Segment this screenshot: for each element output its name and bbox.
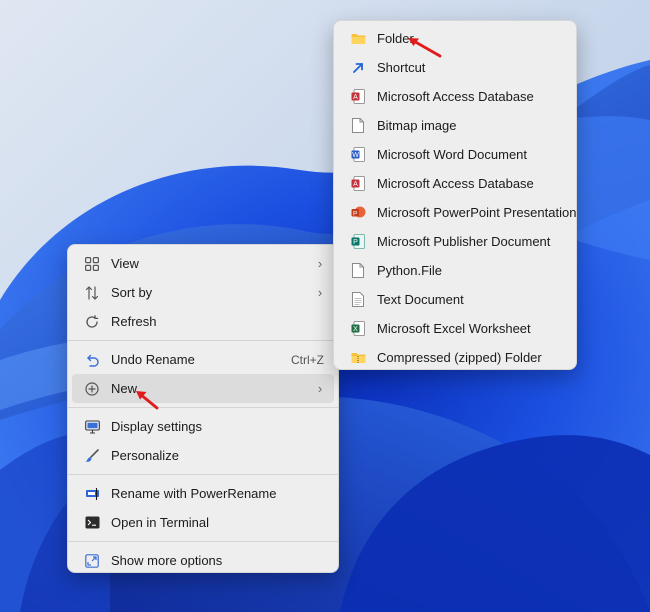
svg-text:W: W [352, 152, 359, 159]
refresh-label: Refresh [111, 314, 157, 329]
submenu-item-folder[interactable]: Folder [338, 24, 572, 53]
submenu-item-bitmap[interactable]: Bitmap image [338, 111, 572, 140]
expand-icon [84, 553, 100, 569]
menu-item-display-settings[interactable]: Display settings [72, 412, 334, 441]
submenu-label: Microsoft Access Database [377, 89, 534, 104]
desktop-context-menu: View › Sort by › Refresh Undo Rename Ctr… [67, 244, 339, 573]
new-submenu: Folder Shortcut A Microsoft Access Datab… [333, 20, 577, 370]
menu-separator [68, 407, 338, 408]
menu-item-view[interactable]: View › [72, 249, 334, 278]
menu-item-undo-rename[interactable]: Undo Rename Ctrl+Z [72, 345, 334, 374]
menu-item-open-terminal[interactable]: Open in Terminal [72, 508, 334, 537]
submenu-item-access-database[interactable]: A Microsoft Access Database [338, 169, 572, 198]
powerpoint-icon: P [350, 205, 366, 221]
svg-text:X: X [353, 326, 358, 333]
submenu-label: Shortcut [377, 60, 426, 75]
submenu-item-text-document[interactable]: Text Document [338, 285, 572, 314]
submenu-item-word-document[interactable]: W Microsoft Word Document [338, 140, 572, 169]
refresh-icon [84, 314, 100, 330]
submenu-label: Microsoft Access Database [377, 176, 534, 191]
submenu-label: Microsoft Publisher Document [377, 234, 551, 249]
text-document-icon [350, 292, 366, 308]
chevron-right-icon: › [317, 381, 323, 396]
terminal-icon [84, 515, 100, 531]
sort-icon [84, 285, 100, 301]
view-label: View [111, 256, 139, 271]
shortcut-icon [350, 60, 366, 76]
svg-text:A: A [353, 94, 358, 101]
menu-item-powerrename[interactable]: Rename with PowerRename [72, 479, 334, 508]
svg-text:P: P [353, 210, 357, 217]
menu-item-personalize[interactable]: Personalize [72, 441, 334, 470]
submenu-label: Microsoft Word Document [377, 147, 528, 162]
menu-item-new[interactable]: New › [72, 374, 334, 403]
submenu-label: Bitmap image [377, 118, 457, 133]
menu-item-sort-by[interactable]: Sort by › [72, 278, 334, 307]
chevron-right-icon: › [317, 256, 323, 271]
chevron-right-icon: › [317, 285, 323, 300]
new-label: New [111, 381, 138, 396]
undo-rename-label: Undo Rename [111, 352, 195, 367]
plus-circle-icon [84, 381, 100, 397]
menu-item-show-more-options[interactable]: Show more options [72, 546, 334, 575]
access-icon: A [350, 89, 366, 105]
submenu-item-zip-folder[interactable]: Compressed (zipped) Folder [338, 343, 572, 372]
submenu-label: Text Document [377, 292, 464, 307]
submenu-item-access-database[interactable]: A Microsoft Access Database [338, 82, 572, 111]
sort-by-label: Sort by [111, 285, 153, 300]
folder-icon [350, 31, 366, 47]
terminal-label: Open in Terminal [111, 515, 210, 530]
undo-shortcut: Ctrl+Z [291, 352, 324, 367]
submenu-item-powerpoint[interactable]: P Microsoft PowerPoint Presentation [338, 198, 576, 227]
menu-separator [68, 541, 338, 542]
brush-icon [84, 448, 100, 464]
svg-text:P: P [353, 239, 358, 246]
publisher-icon: P [350, 234, 366, 250]
powerrename-icon [84, 486, 100, 502]
powerrename-label: Rename with PowerRename [111, 486, 277, 501]
display-icon [84, 419, 100, 435]
submenu-item-python-file[interactable]: Python.File [338, 256, 572, 285]
personalize-label: Personalize [111, 448, 179, 463]
menu-separator [68, 474, 338, 475]
submenu-label: Microsoft PowerPoint Presentation [377, 205, 577, 220]
submenu-label: Compressed (zipped) Folder [377, 350, 542, 365]
python-file-icon [350, 263, 366, 279]
submenu-label: Microsoft Excel Worksheet [377, 321, 531, 336]
submenu-label: Python.File [377, 263, 443, 278]
word-icon: W [350, 147, 366, 163]
submenu-item-publisher[interactable]: P Microsoft Publisher Document [338, 227, 572, 256]
submenu-label: Folder [377, 31, 414, 46]
zip-folder-icon [350, 350, 366, 366]
access-icon: A [350, 176, 366, 192]
menu-item-refresh[interactable]: Refresh [72, 307, 334, 336]
svg-text:A: A [353, 181, 358, 188]
bitmap-icon [350, 118, 366, 134]
display-settings-label: Display settings [111, 419, 203, 434]
menu-separator [68, 340, 338, 341]
grid-icon [84, 256, 100, 272]
show-more-label: Show more options [111, 553, 223, 568]
excel-icon: X [350, 321, 366, 337]
submenu-item-shortcut[interactable]: Shortcut [338, 53, 572, 82]
undo-icon [84, 352, 100, 368]
submenu-item-excel[interactable]: X Microsoft Excel Worksheet [338, 314, 572, 343]
